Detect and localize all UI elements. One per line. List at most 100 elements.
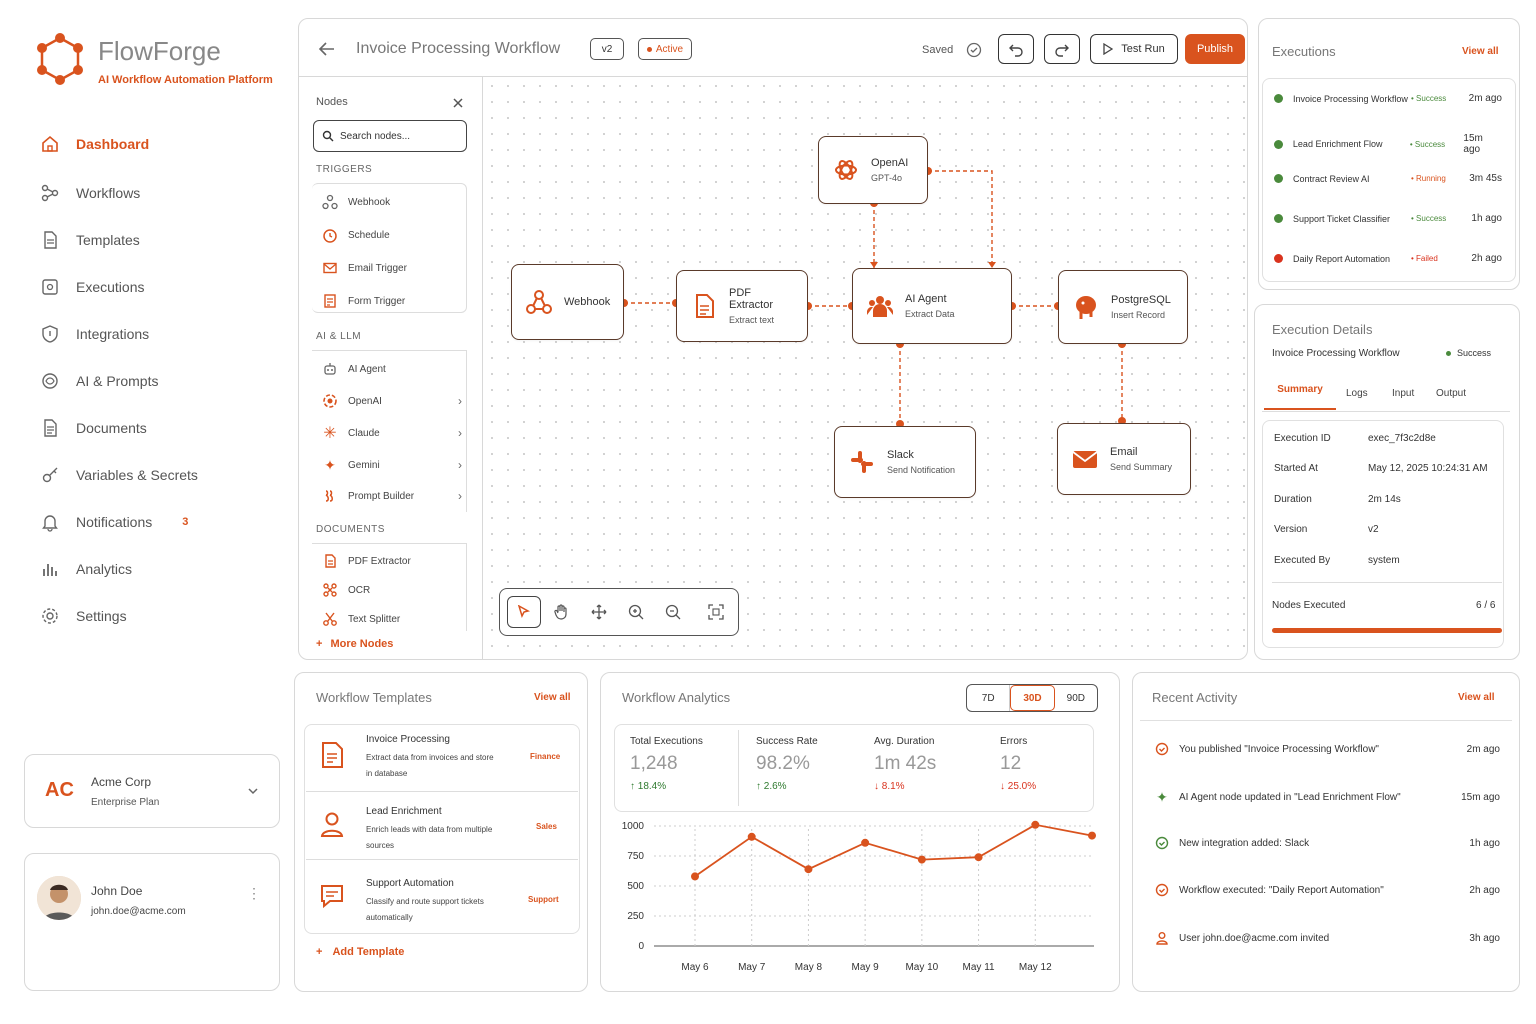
stat-total-executions: Total Executions 1,248 ↑ 18.4%	[630, 736, 703, 792]
node-subtitle: Extract text	[729, 315, 775, 325]
template-item[interactable]: Invoice Processing Extract data from inv…	[306, 726, 578, 792]
template-desc-2: in database	[366, 769, 408, 778]
node-pdf-extractor[interactable]: PDF Extractor Extract text	[676, 270, 808, 342]
pan-tool-button[interactable]	[553, 603, 571, 621]
execution-status: • Success	[1409, 139, 1446, 149]
details-status: Success	[1446, 348, 1491, 358]
activity-text: Workflow executed: "Daily Report Automat…	[1179, 884, 1384, 896]
tab-summary[interactable]: Summary	[1264, 384, 1336, 410]
node-title: PDF Extractor	[729, 287, 774, 311]
detail-value: May 12, 2025 10:24:31 AM	[1368, 463, 1488, 474]
execution-row[interactable]: Invoice Processing Workflow • Success 2m…	[1274, 93, 1502, 104]
stat-value: 1,248	[630, 753, 678, 774]
detail-key: Started At	[1274, 463, 1318, 474]
sparkle-icon: ✦	[1156, 788, 1168, 805]
node-ai-agent[interactable]: AI Agent Extract Data	[852, 268, 1012, 344]
activity-text: New integration added: Slack	[1179, 837, 1310, 849]
execution-name: Support Ticket Classifier	[1293, 213, 1391, 224]
details-workflow: Invoice Processing Workflow	[1272, 348, 1400, 359]
x-tick-label: May 9	[852, 962, 880, 973]
execution-name: Contract Review AI	[1293, 173, 1370, 184]
y-tick-label: 500	[627, 881, 644, 892]
execution-status-text: Success	[1416, 214, 1447, 223]
node-title: Slack	[887, 449, 914, 461]
tab-output[interactable]: Output	[1436, 388, 1466, 399]
template-item[interactable]: Support Automation Classify and route su…	[306, 866, 578, 932]
activity-item[interactable]: User john.doe@acme.com invited 3h ago	[1155, 931, 1500, 945]
activity-item[interactable]: ✦ AI Agent node updated in "Lead Enrichm…	[1155, 788, 1500, 805]
fit-view-button[interactable]	[707, 603, 725, 621]
template-tag: Finance	[530, 752, 561, 761]
node-email[interactable]: Email Send Summary	[1057, 423, 1191, 495]
activity-text: AI Agent node updated in "Lead Enrichmen…	[1179, 791, 1401, 803]
series-line	[694, 823, 1093, 878]
execution-status: • Success	[1411, 214, 1447, 223]
mail-icon	[1070, 444, 1100, 474]
add-template-button[interactable]: + Add Template	[316, 946, 404, 958]
webhook-icon	[524, 287, 554, 317]
execution-name: Lead Enrichment Flow	[1292, 139, 1383, 149]
range-30d[interactable]: 30D	[1010, 685, 1055, 711]
node-title: Email	[1110, 446, 1138, 458]
template-name: Lead Enrichment	[366, 806, 442, 817]
template-desc: Classify and route support tickets	[366, 897, 484, 906]
data-point	[861, 838, 870, 847]
stat-value: 98.2%	[756, 753, 810, 774]
x-tick-label: May 11	[963, 962, 995, 973]
execution-time: 3m 45s	[1469, 173, 1502, 184]
execution-status-text: Success	[1414, 139, 1446, 149]
y-tick-label: 250	[627, 911, 644, 922]
zoom-out-button[interactable]	[664, 603, 682, 621]
data-point	[917, 855, 926, 864]
nodes-progress-track	[1272, 628, 1502, 633]
activity-time: 3h ago	[1469, 932, 1500, 944]
node-title: OpenAI	[871, 157, 909, 169]
execution-status: • Success	[1411, 94, 1447, 103]
stat-errors: Errors 12 ↓ 25.0%	[1000, 736, 1036, 792]
detail-key: Version	[1274, 524, 1308, 535]
execution-row[interactable]: Daily Report Automation • Failed 2h ago	[1274, 253, 1502, 264]
node-subtitle: Send Summary	[1110, 462, 1173, 472]
activity-time: 2h ago	[1469, 884, 1500, 896]
data-point	[804, 865, 813, 874]
data-point	[974, 853, 983, 862]
status-dot	[1274, 254, 1283, 263]
node-slack[interactable]: Slack Send Notification	[834, 426, 976, 498]
execution-row[interactable]: Lead Enrichment Flow • Success 15m ago	[1274, 133, 1502, 155]
move-icon	[590, 603, 608, 621]
execution-status-text: Success	[1416, 94, 1447, 103]
node-postgresql[interactable]: PostgreSQL Insert Record	[1058, 270, 1188, 344]
executions-view-all[interactable]: View all	[1462, 46, 1499, 57]
plus-icon: +	[316, 946, 323, 958]
execution-row[interactable]: Support Ticket Classifier • Success 1h a…	[1274, 213, 1502, 224]
detail-value: v2	[1368, 524, 1379, 535]
range-90d[interactable]: 90D	[1055, 685, 1097, 711]
templates-view-all[interactable]: View all	[534, 692, 571, 703]
select-tool-button[interactable]	[507, 596, 541, 628]
zoom-in-icon	[627, 603, 645, 621]
activity-item[interactable]: You published "Invoice Processing Workfl…	[1155, 742, 1500, 756]
slack-icon	[847, 447, 877, 477]
execution-name: Daily Report Automation	[1293, 253, 1391, 264]
openai-icon	[831, 155, 861, 185]
activity-view-all[interactable]: View all	[1458, 692, 1495, 703]
node-subtitle: GPT-4o	[871, 173, 903, 183]
activity-text: You published "Invoice Processing Workfl…	[1179, 743, 1379, 755]
stat-value: 1m 42s	[874, 753, 937, 774]
status-dot	[1274, 174, 1283, 183]
details-divider	[1272, 582, 1502, 583]
node-webhook[interactable]: Webhook	[511, 264, 624, 340]
tab-logs[interactable]: Logs	[1346, 388, 1368, 399]
move-tool-button[interactable]	[590, 603, 608, 621]
execution-row[interactable]: Contract Review AI • Running 3m 45s	[1274, 173, 1502, 184]
activity-item[interactable]: New integration added: Slack 1h ago	[1155, 836, 1500, 850]
range-7d[interactable]: 7D	[967, 685, 1011, 711]
node-openai[interactable]: OpenAI GPT-4o	[818, 136, 928, 204]
activity-item[interactable]: Workflow executed: "Daily Report Automat…	[1155, 883, 1500, 897]
tab-input[interactable]: Input	[1392, 388, 1414, 399]
detail-value: 2m 14s	[1368, 494, 1401, 505]
user-icon	[1155, 931, 1169, 945]
zoom-in-button[interactable]	[627, 603, 645, 621]
template-item[interactable]: Lead Enrichment Enrich leads with data f…	[306, 794, 578, 860]
chat-icon	[318, 882, 346, 910]
